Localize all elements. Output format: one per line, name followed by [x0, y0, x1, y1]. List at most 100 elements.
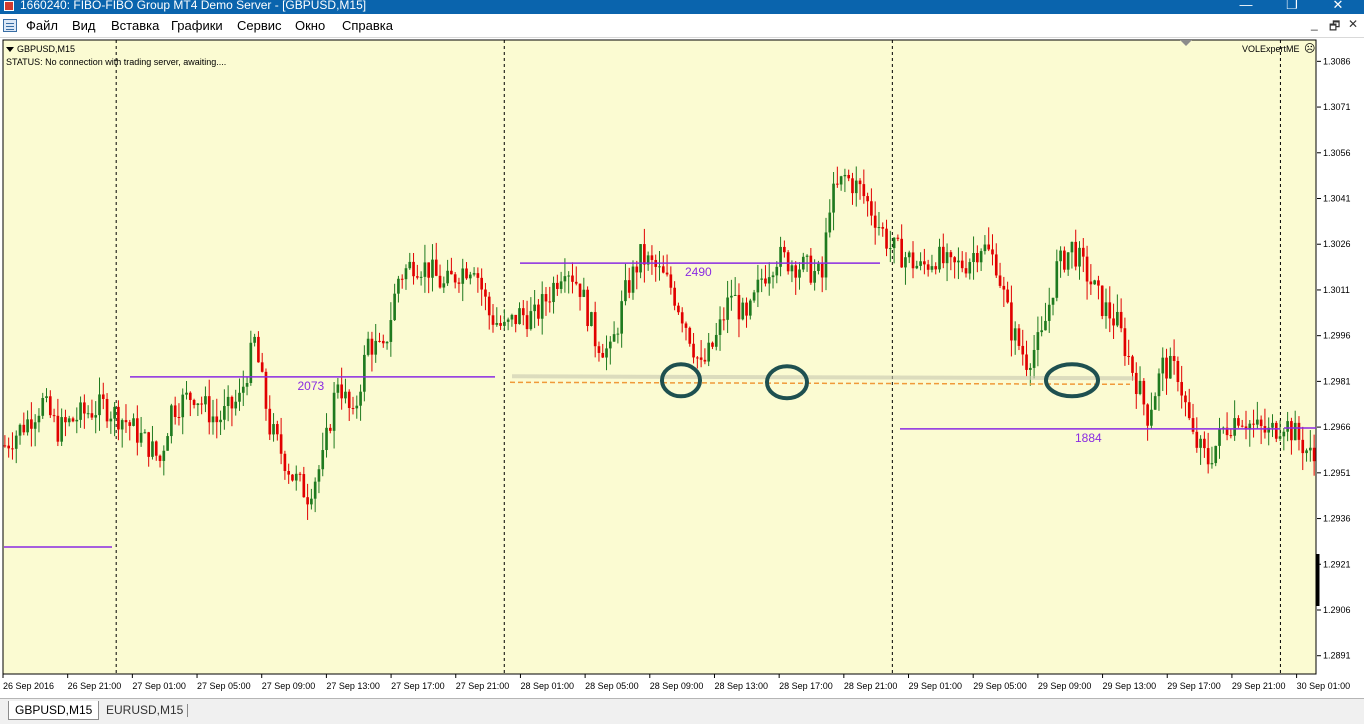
candle-body: [287, 471, 291, 475]
candle-body: [518, 308, 521, 325]
candle-body: [1229, 435, 1233, 437]
candle-body: [1055, 261, 1059, 298]
candle-body: [18, 424, 22, 436]
x-tick-label: 30 Sep 01:00: [1297, 681, 1351, 691]
candle-body: [631, 266, 635, 293]
candle-body: [374, 340, 378, 355]
candle-body: [438, 275, 442, 288]
candle-body: [748, 300, 752, 316]
mdi-restore-button[interactable]: 🗗: [1329, 17, 1340, 38]
candle-body: [215, 416, 219, 423]
y-tick-label: 1.3041: [1323, 194, 1351, 204]
candle-body: [1290, 421, 1293, 441]
candle-body: [1210, 463, 1214, 465]
candle-body: [397, 278, 400, 294]
menu-bar: Файл Вид Вставка Графики Сервис Окно Спр…: [0, 14, 1364, 38]
tab-eurusd[interactable]: EURUSD,M15: [100, 701, 189, 720]
candle-body: [7, 445, 11, 449]
candle-body: [389, 320, 393, 342]
candle-body: [714, 334, 718, 347]
candle-body: [699, 357, 703, 360]
candle-body: [1278, 436, 1282, 439]
candle-body: [677, 305, 680, 313]
window-title: 1660240: FIBO-FIBO Group MT4 Demo Server…: [20, 0, 367, 12]
candle-body: [923, 261, 926, 265]
candle-body: [1191, 418, 1195, 432]
candle-body: [771, 275, 775, 278]
document-icon[interactable]: [3, 19, 17, 32]
candle-body: [987, 244, 991, 250]
candle-body: [101, 394, 105, 399]
candle-body: [590, 312, 593, 327]
candle-body: [1150, 409, 1153, 426]
candle-body: [416, 276, 419, 278]
candle-body: [94, 415, 98, 418]
price-chart[interactable]: 1.3086 1.3071 1.3056 1.3041 1.3026 1.3011 1.29…: [0, 38, 1364, 698]
candle-body: [434, 259, 438, 276]
candle-body: [279, 434, 283, 454]
candle-body: [41, 398, 45, 416]
mdi-minimize-button[interactable]: _: [1311, 17, 1318, 31]
candle-body: [272, 424, 275, 435]
candle-body: [582, 289, 586, 297]
candle-body: [472, 273, 476, 275]
candle-body: [1237, 418, 1240, 426]
candle-body: [1153, 396, 1157, 410]
collapse-arrow-icon[interactable]: [6, 47, 14, 53]
mdi-close-button[interactable]: ✕: [1348, 17, 1358, 31]
candle-body: [230, 396, 234, 409]
tab-gbpusd[interactable]: GBPUSD,M15: [8, 701, 100, 720]
menu-insert[interactable]: Вставка: [111, 18, 159, 33]
candle-body: [1025, 354, 1028, 370]
candle-body: [188, 392, 192, 400]
candle-body: [177, 417, 181, 419]
x-tick-label: 27 Sep 21:00: [456, 681, 510, 691]
candle-body: [1017, 328, 1021, 346]
candle-body: [484, 289, 487, 297]
candle-body: [1013, 328, 1017, 341]
candle-body: [1161, 357, 1165, 374]
candle-body: [298, 473, 302, 475]
candle-body: [1206, 448, 1210, 465]
minimize-button[interactable]: —: [1226, 0, 1266, 12]
candle-body: [650, 255, 654, 260]
menu-charts[interactable]: Графики: [171, 18, 223, 33]
y-tick-label: 1.2996: [1323, 331, 1351, 341]
candle-body: [1146, 404, 1149, 426]
candle-body: [506, 319, 510, 322]
candle-body: [635, 266, 639, 273]
x-tick-label: 27 Sep 09:00: [262, 681, 316, 691]
menu-window[interactable]: Окно: [295, 18, 325, 33]
menu-help[interactable]: Справка: [342, 18, 393, 33]
candle-body: [347, 391, 351, 408]
x-tick-label: 28 Sep 17:00: [779, 681, 833, 691]
candle-body: [881, 227, 885, 229]
candle-body: [48, 396, 52, 416]
candle-body: [253, 336, 256, 343]
candle-body: [136, 418, 139, 443]
candle-body: [877, 227, 881, 229]
x-tick-label: 29 Sep 13:00: [1103, 681, 1157, 691]
candle-body: [578, 283, 582, 297]
candle-body: [143, 432, 147, 434]
candle-body: [998, 275, 1002, 286]
candle-body: [836, 183, 839, 185]
candle-body: [1040, 330, 1043, 333]
menu-file[interactable]: Файл: [26, 18, 58, 33]
candle-body: [525, 315, 529, 330]
menu-tools[interactable]: Сервис: [237, 18, 282, 33]
candle-body: [941, 246, 945, 264]
candle-body: [147, 432, 151, 457]
candle-body: [1112, 318, 1115, 326]
smiley-face-icon[interactable]: ☹: [1304, 42, 1315, 55]
candle-body: [139, 432, 143, 443]
candle-body: [1066, 252, 1070, 270]
candle-body: [468, 274, 472, 279]
candle-body: [529, 311, 533, 330]
candle-body: [510, 314, 514, 320]
y-tick-label: 1.2891: [1323, 651, 1351, 661]
chart-window[interactable]: 1.3086 1.3071 1.3056 1.3041 1.3026 1.3011 1.29…: [0, 38, 1364, 698]
maximize-button[interactable]: ❐: [1272, 0, 1312, 13]
close-button[interactable]: ✕: [1318, 0, 1358, 13]
menu-view[interactable]: Вид: [72, 18, 96, 33]
